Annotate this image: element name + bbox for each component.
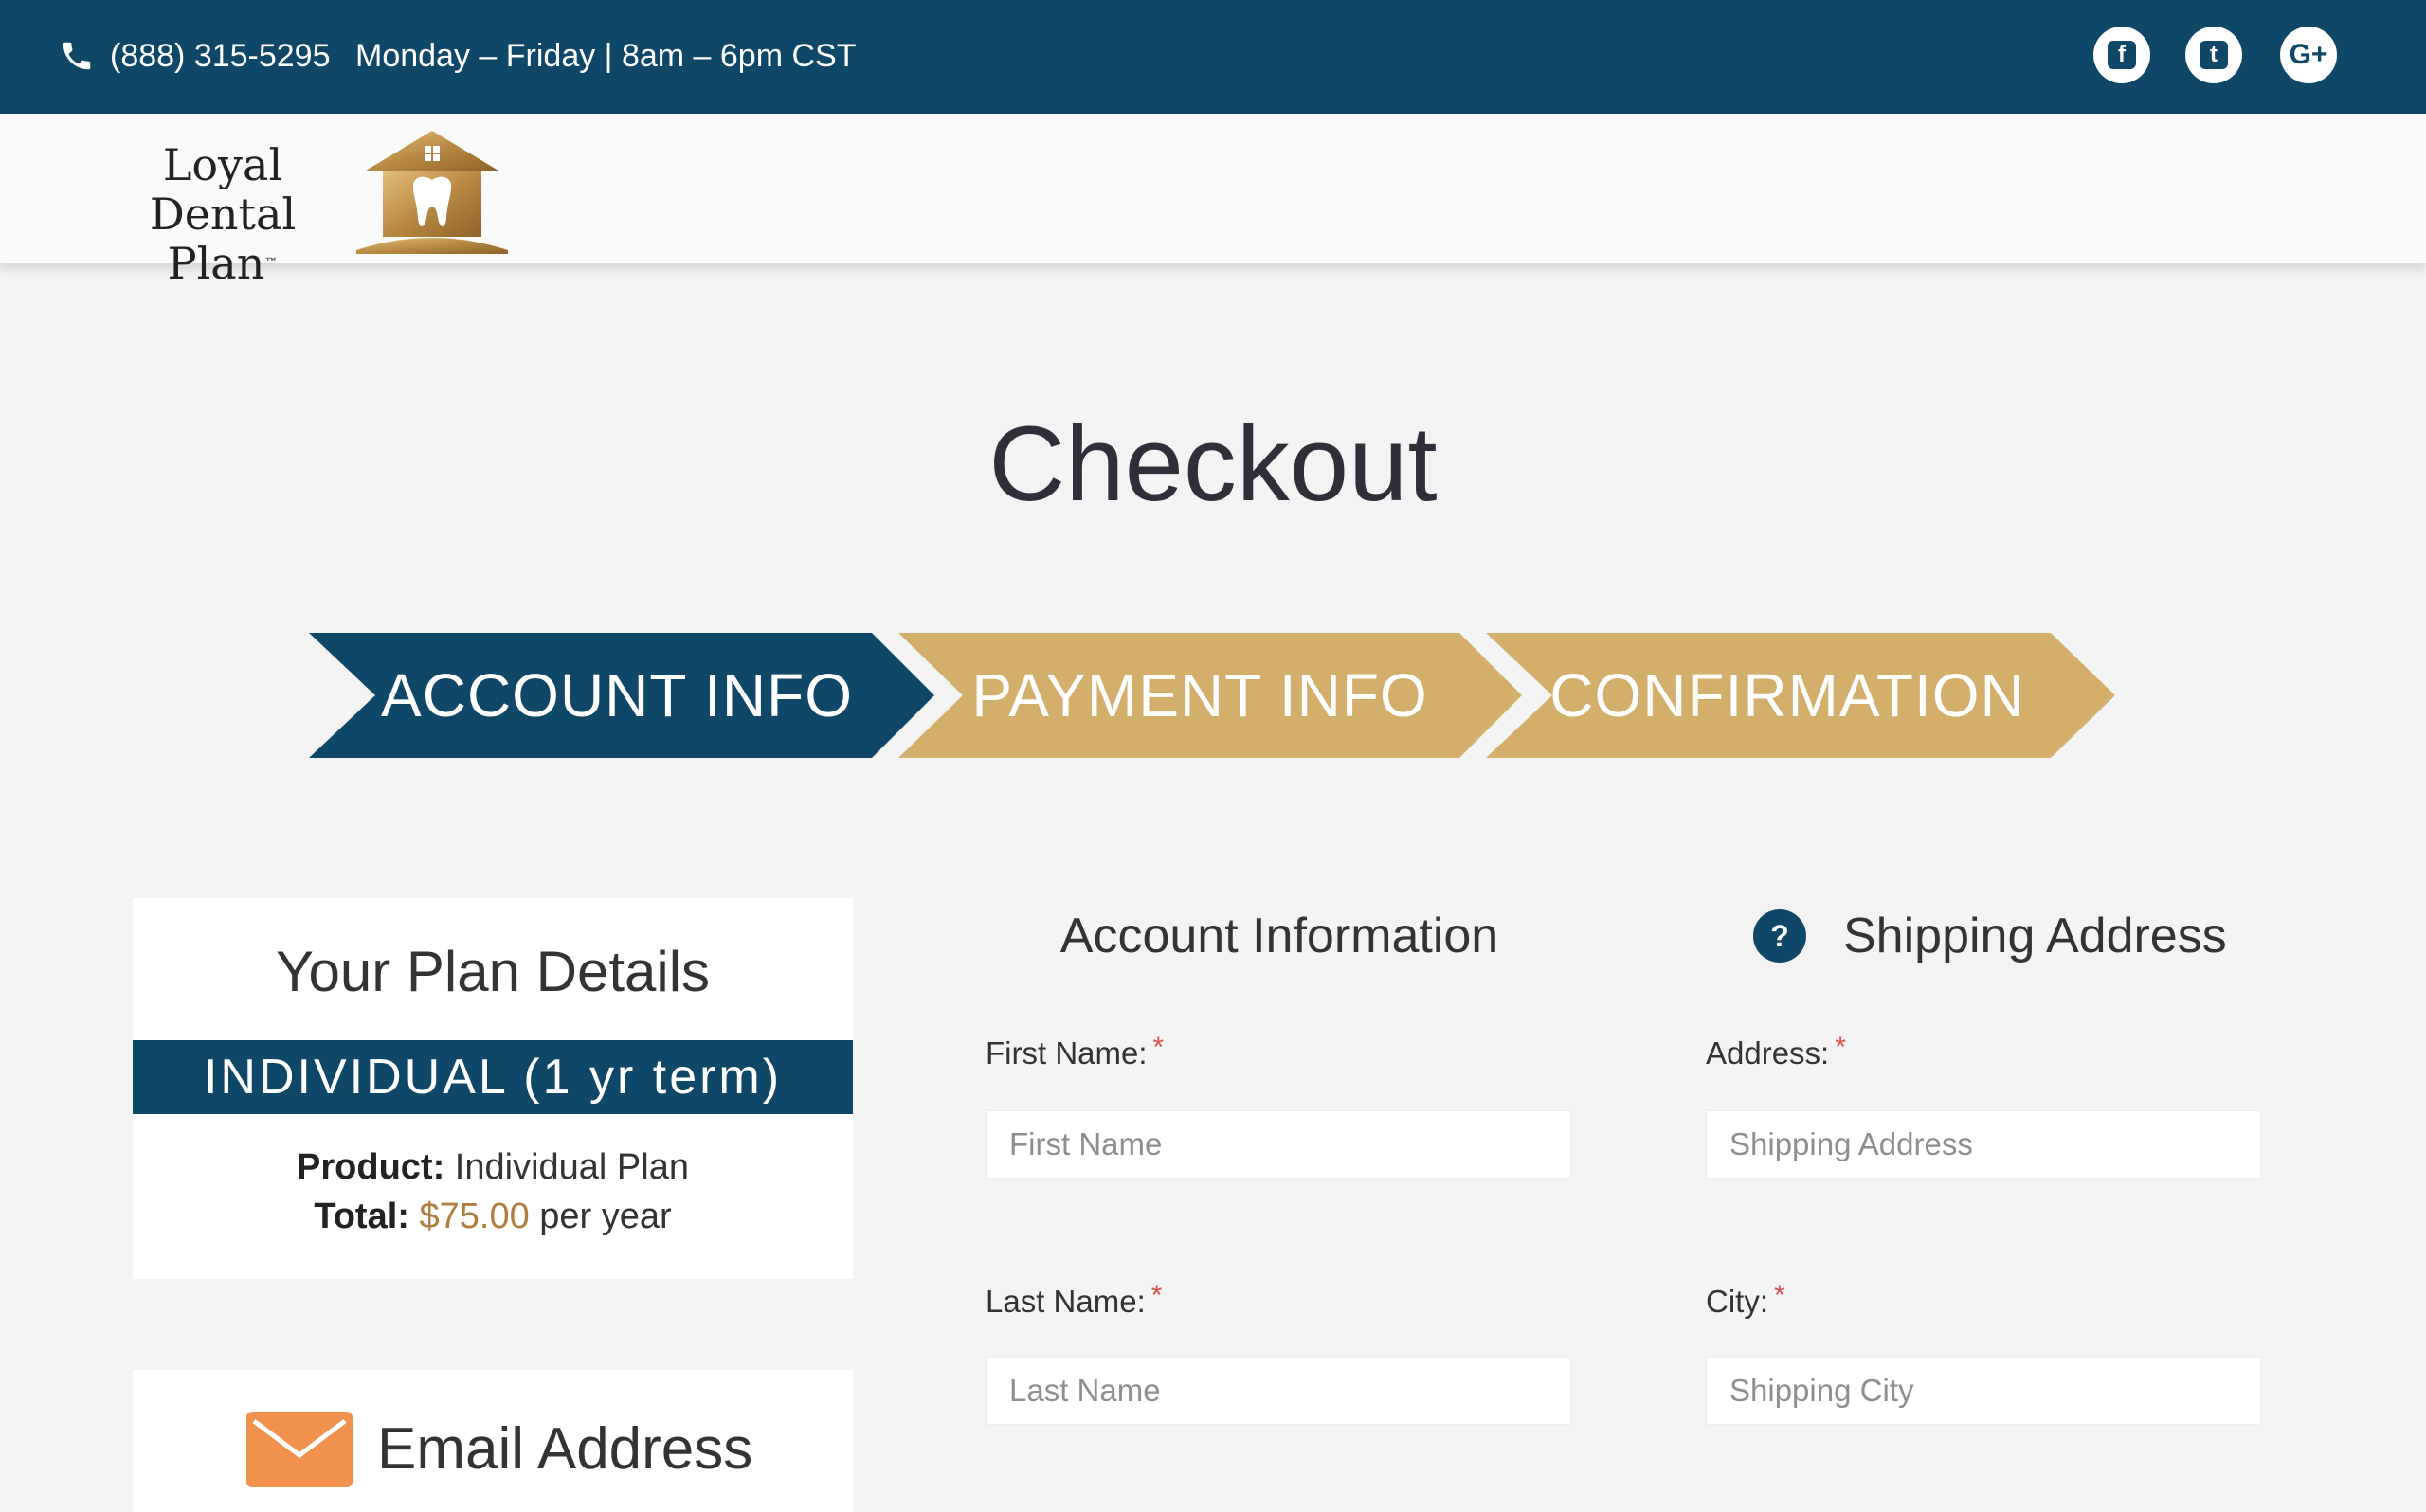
required-asterisk: * [1835, 1032, 1846, 1063]
page-title: Checkout [988, 405, 1438, 523]
business-hours: Monday – Friday | 8am – 6pm CST [355, 38, 857, 74]
first-name-label: First Name: * [986, 1032, 1165, 1076]
twitter-link[interactable]: t [2185, 27, 2242, 83]
plan-name-band: INDIVIDUAL (1 yr term) [133, 1040, 853, 1114]
google-plus-icon: G+ [2289, 39, 2328, 70]
plan-total-line: Total: $75.00 per year [133, 1192, 853, 1241]
logo-line-1: Loyal Dental [149, 139, 297, 240]
twitter-icon: t [2200, 41, 2228, 69]
address-label: Address: * [1706, 1032, 1846, 1076]
email-address-card: Email Address [133, 1370, 853, 1512]
required-asterisk: * [1152, 1032, 1165, 1063]
phone-icon [63, 42, 91, 70]
facebook-link[interactable]: f [2093, 27, 2150, 83]
last-name-input[interactable] [986, 1357, 1571, 1425]
checkout-steps: ACCOUNT INFO PAYMENT INFO CONFIRMATION [309, 633, 2115, 758]
first-name-label-text: First Name: [986, 1035, 1148, 1071]
required-asterisk: * [1774, 1280, 1785, 1311]
total-label: Total: [314, 1197, 409, 1236]
logo-text[interactable]: Loyal Dental Plan™ [95, 140, 351, 288]
envelope-icon [246, 1412, 353, 1487]
step-confirmation[interactable]: CONFIRMATION [1541, 633, 2034, 758]
help-question-icon[interactable]: ? [1753, 909, 1806, 963]
house-tooth-logo-icon[interactable] [356, 127, 508, 254]
city-label-text: City: [1706, 1284, 1768, 1319]
shipping-city-input[interactable] [1706, 1357, 2261, 1425]
last-name-label: Last Name: * [986, 1280, 1163, 1324]
plan-details-title: Your Plan Details [275, 940, 711, 1003]
shipping-address-input[interactable] [1706, 1110, 2261, 1179]
phone-number[interactable]: (888) 315-5295 [110, 34, 331, 78]
logo-trademark: ™ [264, 256, 279, 271]
account-information-title: Account Information [1059, 909, 1499, 963]
first-name-input[interactable] [986, 1110, 1571, 1179]
logo-line-2-wrap: Plan™ [95, 239, 351, 288]
site-header: Loyal Dental Plan™ [0, 114, 2426, 288]
step-account-info[interactable]: ACCOUNT INFO [366, 633, 868, 758]
required-asterisk: * [1150, 1280, 1163, 1311]
product-value: Individual Plan [454, 1147, 689, 1187]
shipping-address-title: Shipping Address [1843, 909, 2227, 963]
total-suffix: per year [539, 1197, 672, 1236]
total-price: $75.00 [419, 1197, 530, 1236]
email-address-title: Email Address [377, 1416, 753, 1482]
facebook-icon: f [2108, 41, 2136, 69]
city-label: City: * [1706, 1280, 1785, 1324]
address-label-text: Address: [1706, 1035, 1830, 1071]
logo-line-2: Plan [167, 238, 265, 289]
product-label: Product: [297, 1147, 445, 1187]
top-bar: (888) 315-5295 Monday – Friday | 8am – 6… [0, 0, 2426, 114]
step-payment-info[interactable]: PAYMENT INFO [953, 633, 1446, 758]
plan-product-line: Product: Individual Plan [133, 1143, 853, 1192]
google-plus-link[interactable]: G+ [2280, 27, 2337, 83]
last-name-label-text: Last Name: [986, 1284, 1146, 1319]
